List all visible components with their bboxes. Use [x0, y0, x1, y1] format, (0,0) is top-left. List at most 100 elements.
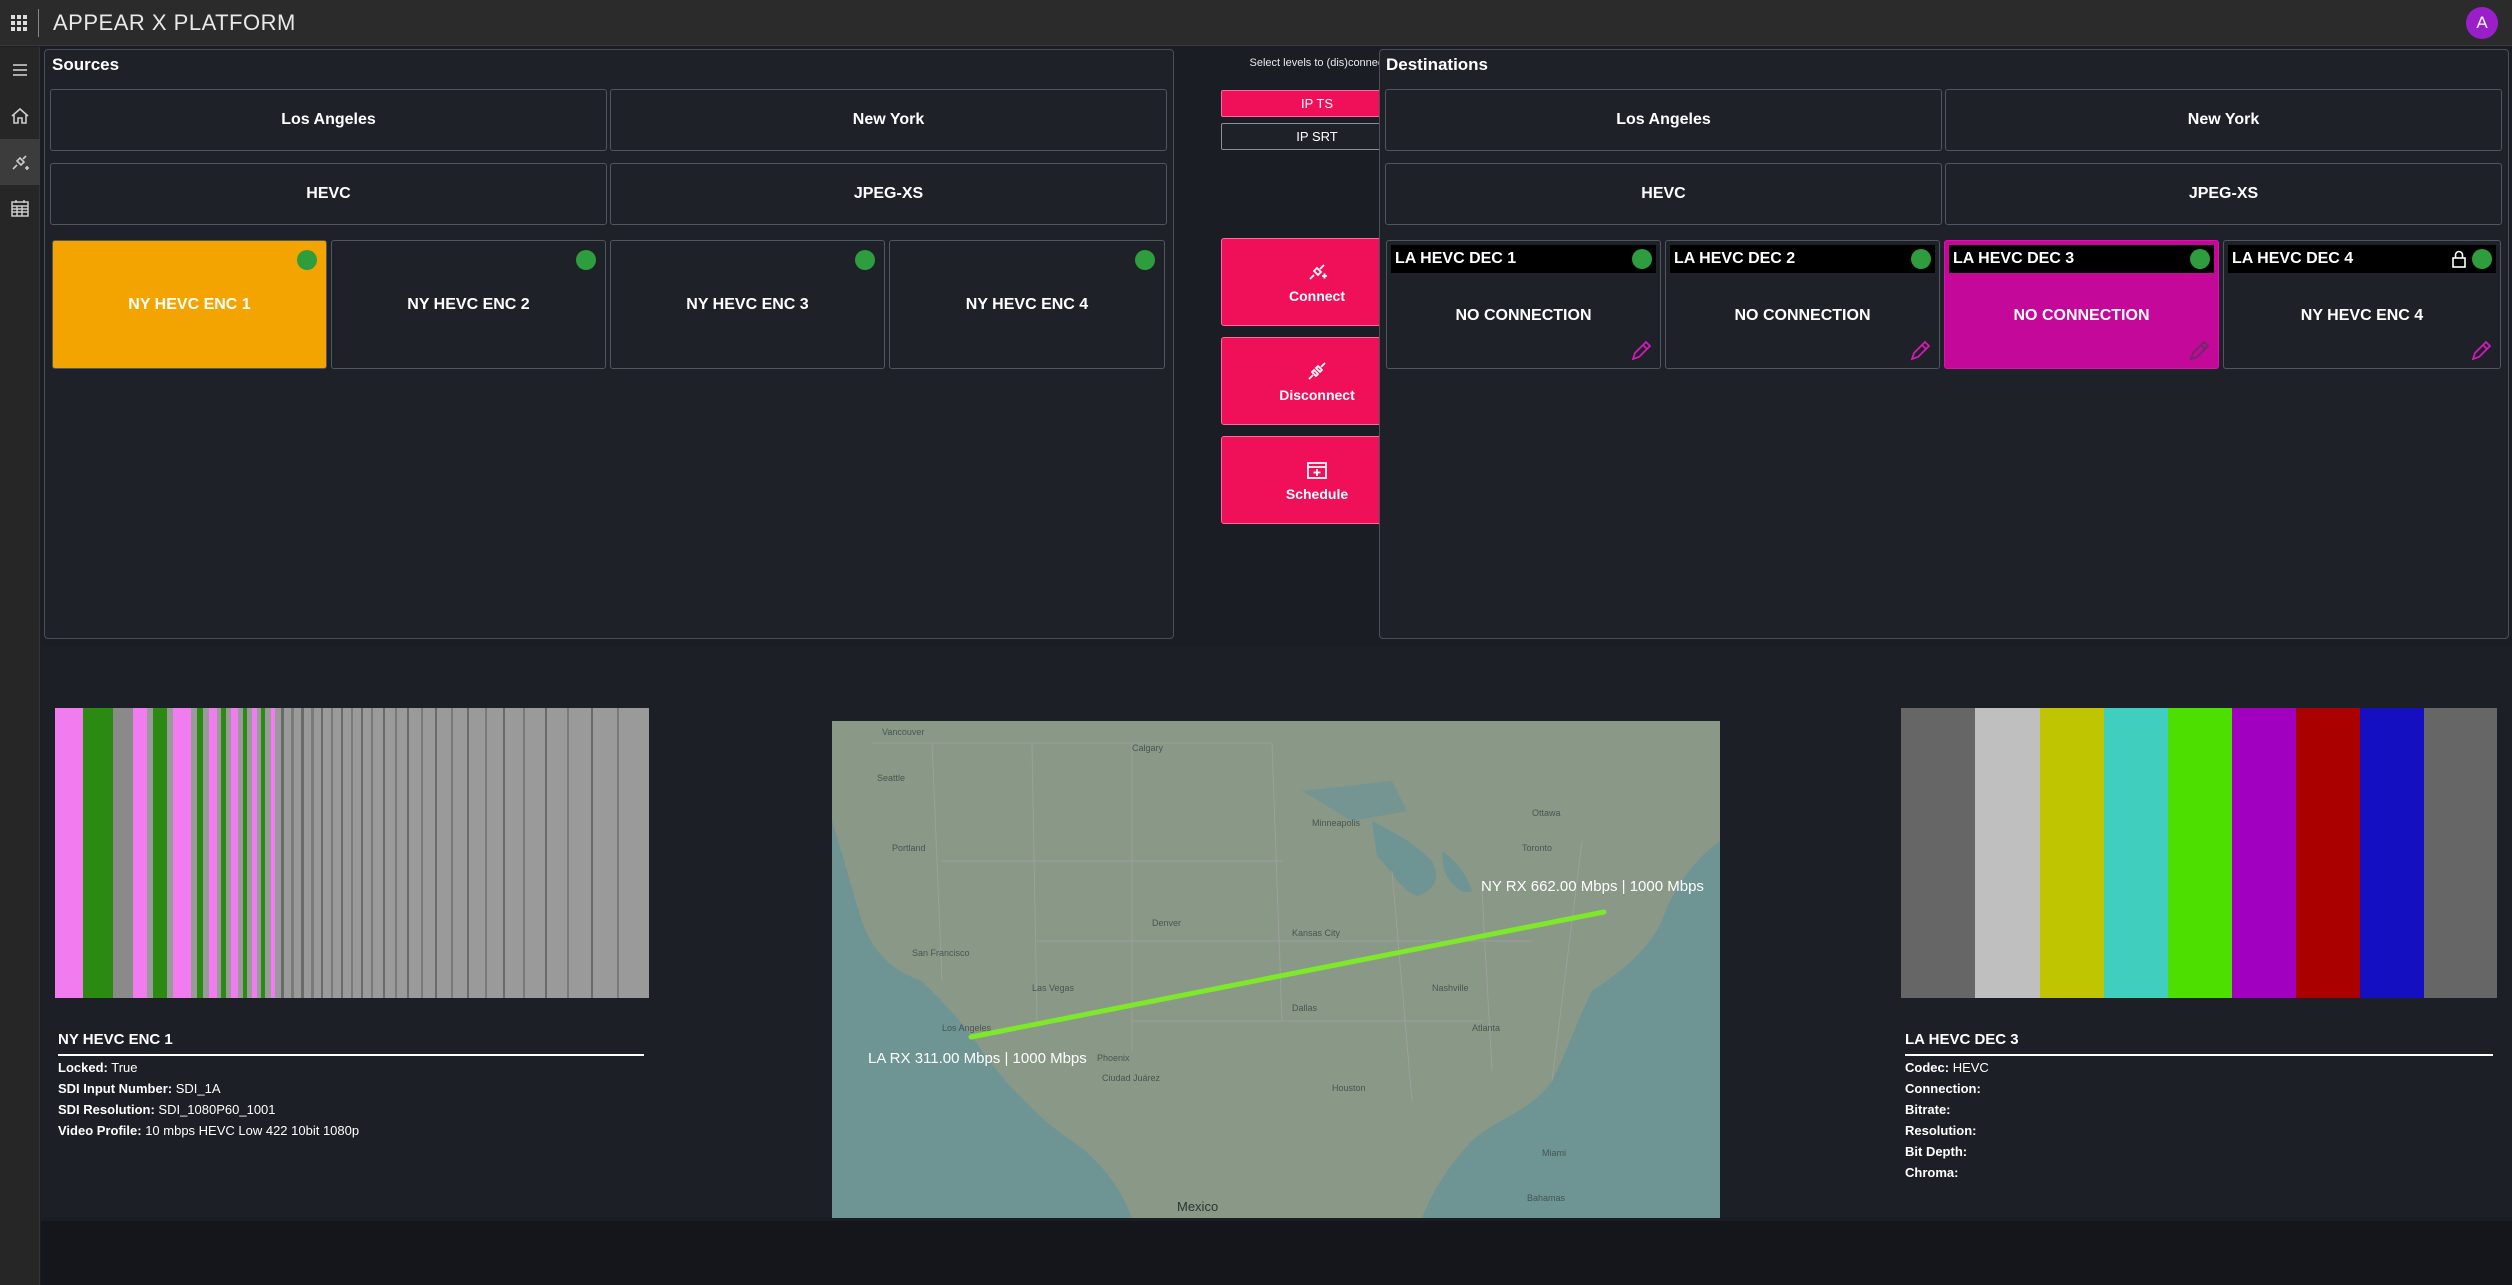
source-tile-label: NY HEVC ENC 3	[686, 295, 809, 313]
svg-text:Ottawa: Ottawa	[1532, 808, 1561, 818]
info-key: SDI Input Number:	[58, 1081, 173, 1096]
app-title: APPEAR X PLATFORM	[53, 9, 296, 35]
source-info-row: Locked: True	[58, 1060, 137, 1075]
destination-connection: NY HEVC ENC 4	[2300, 306, 2424, 324]
destination-tile-header: LA HEVC DEC 4	[2228, 245, 2496, 273]
svg-text:Phoenix: Phoenix	[1097, 1053, 1130, 1063]
source-tile[interactable]: NY HEVC ENC 3	[610, 240, 885, 369]
svg-text:Houston: Houston	[1332, 1083, 1366, 1093]
source-info-row: SDI Input Number: SDI_1A	[58, 1081, 221, 1096]
destination-info-row: Bitrate:	[1905, 1102, 1951, 1117]
svg-text:Seattle: Seattle	[877, 773, 905, 783]
status-online-icon	[2190, 249, 2210, 269]
map-country-label: Mexico	[1177, 1199, 1219, 1214]
route-map[interactable]: Vancouver Seattle Portland Calgary Minneapo…	[832, 721, 1720, 1218]
source-filter-jpeg-xs[interactable]: JPEG-XS	[610, 163, 1167, 225]
info-value: 10 mbps HEVC Low 422 10bit 1080p	[145, 1123, 360, 1138]
svg-text:Toronto: Toronto	[1522, 843, 1552, 853]
destination-connection: NO CONNECTION	[1734, 306, 1871, 324]
home-icon[interactable]	[0, 93, 40, 139]
destination-tile[interactable]: LA HEVC DEC 4 NY HEVC ENC 4	[2223, 240, 2501, 369]
source-filter-new-york[interactable]: New York	[610, 89, 1167, 151]
schedule-label: Schedule	[1285, 486, 1349, 502]
svg-text:Denver: Denver	[1152, 918, 1181, 928]
source-info-title: NY HEVC ENC 1	[58, 1031, 644, 1056]
source-tile-label: NY HEVC ENC 2	[407, 295, 530, 313]
info-key: Codec:	[1905, 1060, 1950, 1075]
footer-strip	[41, 1221, 2512, 1285]
plug-disconnect-icon	[1308, 362, 1326, 380]
app-grid-icon[interactable]	[0, 0, 38, 46]
source-info-row: SDI Resolution: SDI_1080P60_1001	[58, 1102, 276, 1117]
dest-filter-hevc[interactable]: HEVC	[1385, 163, 1942, 225]
status-online-icon	[576, 250, 596, 270]
info-key: Bit Depth:	[1905, 1144, 1968, 1159]
destination-tile-label: LA HEVC DEC 3	[1953, 250, 2075, 267]
lock-icon	[2452, 250, 2466, 268]
source-tile-label: NY HEVC ENC 4	[965, 295, 1089, 313]
source-tile[interactable]: NY HEVC ENC 4	[889, 240, 1165, 369]
destination-tile-label: LA HEVC DEC 1	[1395, 250, 1517, 267]
pencil-icon[interactable]	[2468, 338, 2494, 364]
destination-tile[interactable]: LA HEVC DEC 2 NO CONNECTION	[1665, 240, 1940, 369]
info-key: Video Profile:	[58, 1123, 142, 1138]
source-info-row: Video Profile: 10 mbps HEVC Low 422 10bi…	[58, 1123, 359, 1138]
source-tile[interactable]: NY HEVC ENC 2	[331, 240, 606, 369]
svg-text:Kansas City: Kansas City	[1292, 928, 1341, 938]
status-online-icon	[2472, 249, 2492, 269]
svg-text:Vancouver: Vancouver	[882, 727, 924, 737]
destination-tile[interactable]: LA HEVC DEC 3 NO CONNECTION	[1944, 240, 2219, 369]
destination-tile-header: LA HEVC DEC 2	[1670, 245, 1935, 273]
source-video-preview	[55, 708, 649, 998]
pencil-icon[interactable]	[1628, 338, 1654, 364]
destination-video-preview	[1901, 708, 2497, 998]
destination-tile-label: LA HEVC DEC 2	[1674, 250, 1796, 267]
top-bar: APPEAR X PLATFORM A	[0, 0, 2512, 46]
status-online-icon	[855, 250, 875, 270]
svg-text:Minneapolis: Minneapolis	[1312, 818, 1361, 828]
info-value: HEVC	[1952, 1060, 1989, 1075]
destination-info-row: Resolution:	[1905, 1123, 1977, 1138]
destination-info-row: Chroma:	[1905, 1165, 1958, 1180]
destination-info-row: Bit Depth:	[1905, 1144, 1967, 1159]
destination-connection: NO CONNECTION	[2013, 306, 2150, 324]
svg-text:Los Angeles: Los Angeles	[942, 1023, 992, 1033]
destination-info-row: Connection:	[1905, 1081, 1981, 1096]
dest-filter-new-york[interactable]: New York	[1945, 89, 2502, 151]
svg-text:San Francisco: San Francisco	[912, 948, 970, 958]
pencil-icon[interactable]	[2186, 338, 2212, 364]
source-filter-hevc[interactable]: HEVC	[50, 163, 607, 225]
dest-filter-jpeg-xs[interactable]: JPEG-XS	[1945, 163, 2502, 225]
svg-text:Ciudad Juárez: Ciudad Juárez	[1102, 1073, 1161, 1083]
menu-icon[interactable]	[0, 47, 40, 93]
main-content: Sources Los Angeles New York HEVC JPEG-X…	[41, 47, 2512, 1285]
source-filter-los-angeles[interactable]: Los Angeles	[50, 89, 607, 151]
status-online-icon	[1911, 249, 1931, 269]
info-key: Bitrate:	[1905, 1102, 1951, 1117]
calendar-add-icon	[1307, 462, 1327, 479]
svg-text:Las Vegas: Las Vegas	[1032, 983, 1075, 993]
plug-connect-icon	[1309, 264, 1327, 280]
source-tile[interactable]: NY HEVC ENC 1	[52, 240, 327, 369]
destination-tile-label: LA HEVC DEC 4	[2232, 250, 2354, 267]
info-key: Locked:	[58, 1060, 108, 1075]
connect-label: Connect	[1289, 288, 1345, 304]
calendar-icon[interactable]	[0, 185, 40, 231]
pencil-icon[interactable]	[1907, 338, 1933, 364]
info-key: Chroma:	[1905, 1165, 1959, 1180]
disconnect-label: Disconnect	[1279, 387, 1355, 403]
destination-info-row: Codec: HEVC	[1905, 1060, 1989, 1075]
user-avatar[interactable]: A	[2466, 7, 2498, 39]
svg-text:Dallas: Dallas	[1292, 1003, 1318, 1013]
destination-tile[interactable]: LA HEVC DEC 1 NO CONNECTION	[1386, 240, 1661, 369]
sources-title: Sources	[52, 55, 120, 74]
details-area: NY HEVC ENC 1 Locked: True SDI Input Num…	[41, 647, 2512, 1218]
routing-icon[interactable]	[0, 139, 40, 185]
info-key: Resolution:	[1905, 1123, 1977, 1138]
destinations-title: Destinations	[1386, 55, 1489, 74]
source-tile-label: NY HEVC ENC 1	[128, 295, 251, 313]
svg-text:Atlanta: Atlanta	[1472, 1023, 1500, 1033]
dest-filter-los-angeles[interactable]: Los Angeles	[1385, 89, 1942, 151]
svg-text:Bahamas: Bahamas	[1527, 1193, 1566, 1203]
title-divider	[38, 8, 39, 37]
